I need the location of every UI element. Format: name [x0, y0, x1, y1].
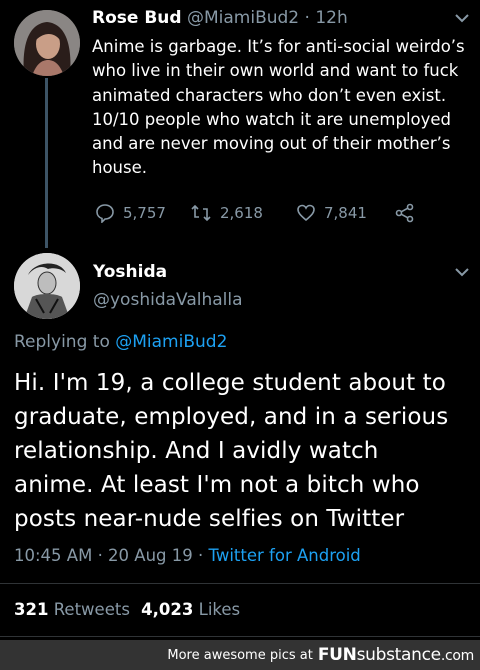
tweet-header: Rose Bud @MiamiBud2 · 12h: [92, 8, 348, 28]
reply-source[interactable]: Twitter for Android: [209, 546, 361, 565]
reply-line: Hi. I'm 19, a college student about to: [14, 370, 446, 396]
reply-timestamp: 10:45 AM · 20 Aug 19 ·: [14, 546, 204, 565]
likes-stat[interactable]: 4,023 Likes: [141, 600, 240, 619]
reply-text: Hi. I'm 19, a college student about to g…: [14, 366, 448, 536]
avatar-yoshida[interactable]: [14, 253, 80, 319]
reply-line: graduate, employed, and in a serious: [14, 404, 449, 430]
tweet-line: and are never moving out of their mother…: [92, 134, 451, 154]
reply-line: posts near-nude selfies on Twitter: [14, 506, 405, 532]
retweet-count: 2,618: [220, 204, 263, 222]
replying-to-label: Replying to: [14, 332, 110, 352]
retweet-action[interactable]: 2,618: [190, 203, 263, 223]
chevron-down-icon[interactable]: [455, 262, 469, 281]
logo-part: FUN: [317, 645, 357, 665]
tweet-time: · 12h: [304, 8, 348, 28]
reply-line: relationship. And I avidly watch: [14, 438, 379, 464]
reply-handle[interactable]: @yoshidaValhalla: [93, 290, 243, 310]
logo-part: .com: [440, 648, 474, 664]
replying-to-handle[interactable]: @MiamiBud2: [115, 332, 227, 352]
heart-icon: [297, 204, 315, 222]
likes-count: 4,023: [141, 600, 194, 619]
funsubstance-logo: FUNsubstance.com: [318, 645, 474, 665]
logo-part: substance: [356, 645, 442, 665]
replying-to: Replying to @MiamiBud2: [14, 332, 227, 352]
tweet-line: animated characters who don’t even exist…: [92, 85, 447, 105]
likes-label: Likes: [198, 600, 241, 619]
avatar-rose-bud[interactable]: [14, 10, 80, 76]
divider: [0, 636, 480, 637]
reply-display-name[interactable]: Yoshida: [93, 262, 167, 282]
retweet-icon: [191, 204, 211, 222]
tweet-line: Anime is garbage. It’s for anti-social w…: [92, 37, 465, 56]
reply-icon: [96, 204, 114, 223]
tweet-text: Anime is garbage. It’s for anti-social w…: [92, 35, 465, 181]
reply-line: anime. At least I'm not a bitch who: [14, 472, 420, 498]
thread-line: [45, 78, 48, 248]
footer-text: More awesome pics at: [167, 647, 313, 663]
tweet-line: who live in their own world and want to …: [92, 61, 459, 81]
share-icon: [395, 203, 414, 223]
retweets-label: Retweets: [53, 600, 130, 619]
share-action[interactable]: [395, 203, 415, 223]
chevron-down-icon[interactable]: [455, 8, 469, 27]
retweets-count: 321: [14, 600, 49, 619]
handle[interactable]: @MiamiBud2: [187, 8, 299, 28]
retweets-stat[interactable]: 321 Retweets: [14, 600, 135, 619]
tweet-line: house.: [92, 158, 148, 178]
display-name[interactable]: Rose Bud: [92, 8, 182, 28]
engagement-stats: 321 Retweets 4,023 Likes: [14, 600, 240, 619]
divider: [0, 583, 480, 584]
reply-count: 5,757: [123, 204, 166, 222]
reply-meta: 10:45 AM · 20 Aug 19 · Twitter for Andro…: [14, 546, 361, 565]
like-count: 7,841: [324, 204, 367, 222]
tweet-line: 10/10 people who watch it are unemployed: [92, 109, 452, 129]
watermark-footer: More awesome pics at FUNsubstance.com: [0, 640, 480, 670]
like-action[interactable]: 7,841: [296, 203, 367, 223]
reply-action[interactable]: 5,757: [95, 203, 166, 223]
